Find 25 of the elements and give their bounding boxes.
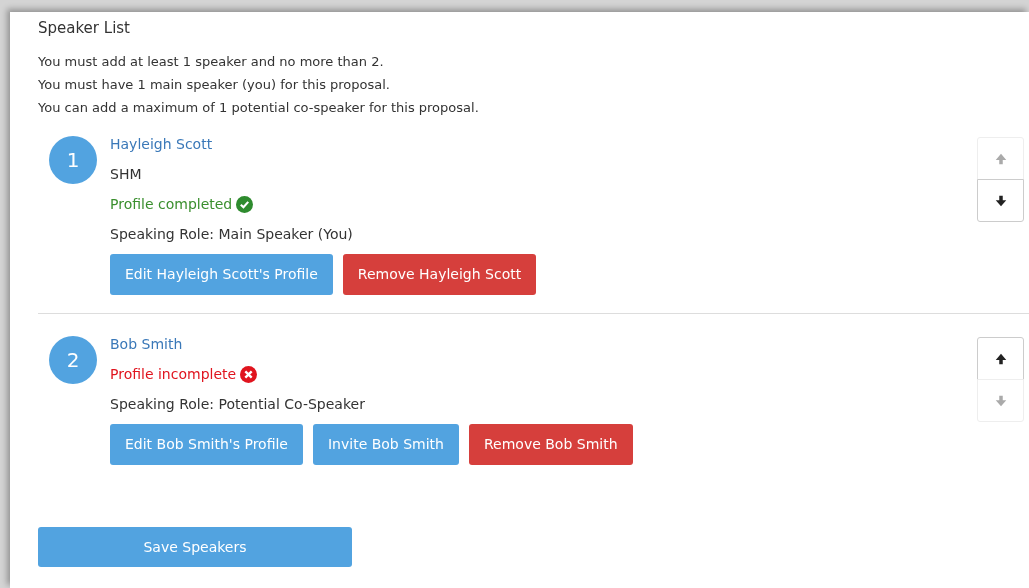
profile-status-text: Profile completed [110,195,233,214]
up-arrow-icon [993,351,1008,366]
speaker-name-link[interactable]: Hayleigh Scott [110,134,213,154]
section-heading: Speaker List [38,18,131,38]
save-speakers-button[interactable]: Save Speakers [38,527,352,567]
rule-text: You can add a maximum of 1 potential co-speaker for this proposal. [38,99,479,117]
speaking-role-text: Speaking Role: Main Speaker (You) [110,225,353,244]
organization-text: SHM [110,165,142,184]
remove-button[interactable]: Remove Bob Smith [469,424,633,465]
move-up-button[interactable] [977,337,1024,380]
move-down-button[interactable] [977,179,1024,222]
rule-text: You must add at least 1 speaker and no more than 2. [38,53,384,71]
action-button[interactable]: Invite Bob Smith [312,424,459,465]
down-arrow-icon [993,393,1008,408]
speaker-number: 2 [49,336,97,384]
up-arrow-icon [993,151,1008,166]
rule-text: You must have 1 main speaker (you) for this proposal. [38,76,390,94]
speaker-name-link[interactable]: Bob Smith [110,334,183,354]
speaking-role-text: Speaking Role: Potential Co-Speaker [110,395,365,414]
down-arrow-icon [993,193,1008,208]
action-button[interactable]: Edit Bob Smith's Profile [110,424,303,465]
action-button[interactable]: Edit Hayleigh Scott's Profile [110,254,333,295]
speaker-number: 1 [49,136,97,184]
profile-status-text: Profile incomplete [110,365,237,384]
remove-button[interactable]: Remove Hayleigh Scott [342,254,537,295]
